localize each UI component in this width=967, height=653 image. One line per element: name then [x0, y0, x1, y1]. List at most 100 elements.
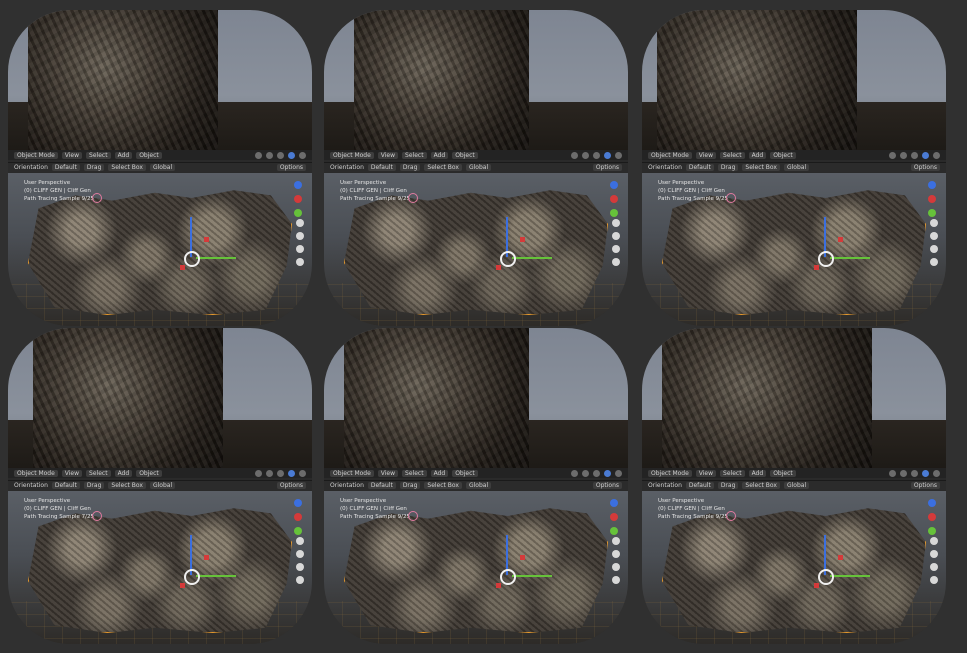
object-origin-icon[interactable]	[500, 569, 516, 585]
gizmo-y-axis-icon[interactable]	[928, 527, 936, 535]
transform-plane-handle[interactable]	[520, 555, 525, 560]
menu-view[interactable]: View	[61, 469, 83, 477]
3d-viewport[interactable]: User Perspective (0) CLIFF GEN | Cliff G…	[324, 173, 628, 326]
options-dropdown[interactable]: Options	[276, 482, 306, 489]
navigation-gizmo-icon[interactable]	[926, 181, 938, 217]
transform-plane-handle[interactable]	[496, 583, 501, 588]
drag-dropdown[interactable]: Drag	[399, 482, 421, 489]
select-box-dropdown[interactable]: Select Box	[424, 164, 462, 171]
navigation-gizmo-icon[interactable]	[292, 181, 304, 217]
shading-rendered-icon[interactable]	[604, 151, 611, 159]
menu-select[interactable]: Select	[720, 151, 745, 159]
orientation-default-dropdown[interactable]: Default	[367, 482, 396, 489]
orientation-default-dropdown[interactable]: Default	[367, 164, 396, 171]
shading-wireframe-icon[interactable]	[255, 469, 262, 477]
shading-rendered-icon[interactable]	[288, 151, 295, 159]
pause-render-icon[interactable]	[933, 469, 940, 477]
menu-add[interactable]: Add	[430, 151, 449, 159]
zoom-icon[interactable]	[930, 537, 938, 545]
menu-add[interactable]: Add	[430, 469, 449, 477]
pause-render-icon[interactable]	[615, 469, 622, 477]
shading-material-icon[interactable]	[911, 469, 918, 477]
gizmo-z-axis-icon[interactable]	[610, 181, 618, 189]
shading-material-icon[interactable]	[277, 469, 284, 477]
grid-view-icon[interactable]	[930, 576, 938, 584]
transform-plane-handle[interactable]	[814, 265, 819, 270]
object-mode-dropdown[interactable]: Object Mode	[648, 151, 692, 159]
object-mode-dropdown[interactable]: Object Mode	[330, 151, 374, 159]
object-origin-icon[interactable]	[500, 251, 516, 267]
drag-dropdown[interactable]: Drag	[83, 482, 105, 489]
global-transform-dropdown[interactable]: Global	[783, 482, 810, 489]
shading-rendered-icon[interactable]	[288, 469, 295, 477]
options-dropdown[interactable]: Options	[592, 164, 622, 171]
transform-plane-handle[interactable]	[204, 237, 209, 242]
gizmo-y-axis-icon[interactable]	[928, 209, 936, 217]
gizmo-y-axis-icon[interactable]	[610, 527, 618, 535]
menu-select[interactable]: Select	[720, 469, 745, 477]
camera-icon[interactable]	[296, 563, 304, 571]
3d-viewport[interactable]: User Perspective (0) CLIFF GEN | Cliff G…	[8, 173, 312, 326]
zoom-icon[interactable]	[930, 219, 938, 227]
menu-view[interactable]: View	[61, 151, 83, 159]
camera-icon[interactable]	[296, 245, 304, 253]
3d-cursor-icon[interactable]	[92, 511, 102, 521]
object-origin-icon[interactable]	[818, 569, 834, 585]
global-transform-dropdown[interactable]: Global	[149, 482, 176, 489]
camera-icon[interactable]	[930, 563, 938, 571]
menu-object[interactable]: Object	[136, 469, 162, 477]
transform-plane-handle[interactable]	[204, 555, 209, 560]
menu-object[interactable]: Object	[770, 469, 796, 477]
orientation-default-dropdown[interactable]: Default	[51, 482, 80, 489]
menu-select[interactable]: Select	[86, 469, 111, 477]
gizmo-z-axis-icon[interactable]	[294, 181, 302, 189]
transform-plane-handle[interactable]	[520, 237, 525, 242]
global-transform-dropdown[interactable]: Global	[465, 164, 492, 171]
shading-wireframe-icon[interactable]	[889, 151, 896, 159]
object-mode-dropdown[interactable]: Object Mode	[648, 469, 692, 477]
grid-view-icon[interactable]	[930, 258, 938, 266]
menu-object[interactable]: Object	[452, 151, 478, 159]
cliff-mesh-selected[interactable]	[662, 190, 926, 315]
gizmo-x-axis-icon[interactable]	[294, 195, 302, 203]
object-origin-icon[interactable]	[818, 251, 834, 267]
object-origin-icon[interactable]	[184, 251, 200, 267]
3d-viewport[interactable]: User Perspective (0) CLIFF GEN | Cliff G…	[8, 491, 312, 644]
hand-pan-icon[interactable]	[930, 550, 938, 558]
global-transform-dropdown[interactable]: Global	[149, 164, 176, 171]
gizmo-z-axis-icon[interactable]	[928, 181, 936, 189]
menu-add[interactable]: Add	[748, 469, 767, 477]
3d-cursor-icon[interactable]	[408, 193, 418, 203]
menu-view[interactable]: View	[695, 151, 717, 159]
transform-x-arrow[interactable]	[512, 257, 552, 259]
3d-viewport[interactable]: User Perspective (0) CLIFF GEN | Cliff G…	[642, 491, 946, 644]
3d-cursor-icon[interactable]	[408, 511, 418, 521]
transform-x-arrow[interactable]	[512, 575, 552, 577]
navigation-gizmo-icon[interactable]	[608, 181, 620, 217]
drag-dropdown[interactable]: Drag	[717, 482, 739, 489]
gizmo-y-axis-icon[interactable]	[294, 209, 302, 217]
zoom-icon[interactable]	[296, 219, 304, 227]
shading-rendered-icon[interactable]	[922, 151, 929, 159]
select-box-dropdown[interactable]: Select Box	[742, 164, 780, 171]
camera-icon[interactable]	[930, 245, 938, 253]
select-box-dropdown[interactable]: Select Box	[424, 482, 462, 489]
options-dropdown[interactable]: Options	[910, 164, 940, 171]
gizmo-y-axis-icon[interactable]	[294, 527, 302, 535]
cliff-mesh-selected[interactable]	[28, 190, 292, 315]
grid-view-icon[interactable]	[612, 258, 620, 266]
transform-plane-handle[interactable]	[496, 265, 501, 270]
gizmo-z-axis-icon[interactable]	[294, 499, 302, 507]
hand-pan-icon[interactable]	[296, 550, 304, 558]
menu-add[interactable]: Add	[748, 151, 767, 159]
shading-rendered-icon[interactable]	[922, 469, 929, 477]
object-origin-icon[interactable]	[184, 569, 200, 585]
transform-x-arrow[interactable]	[830, 257, 870, 259]
drag-dropdown[interactable]: Drag	[83, 164, 105, 171]
transform-plane-handle[interactable]	[814, 583, 819, 588]
gizmo-y-axis-icon[interactable]	[610, 209, 618, 217]
3d-viewport[interactable]: User Perspective (0) CLIFF GEN | Cliff G…	[642, 173, 946, 326]
transform-plane-handle[interactable]	[180, 265, 185, 270]
global-transform-dropdown[interactable]: Global	[783, 164, 810, 171]
pause-render-icon[interactable]	[615, 151, 622, 159]
